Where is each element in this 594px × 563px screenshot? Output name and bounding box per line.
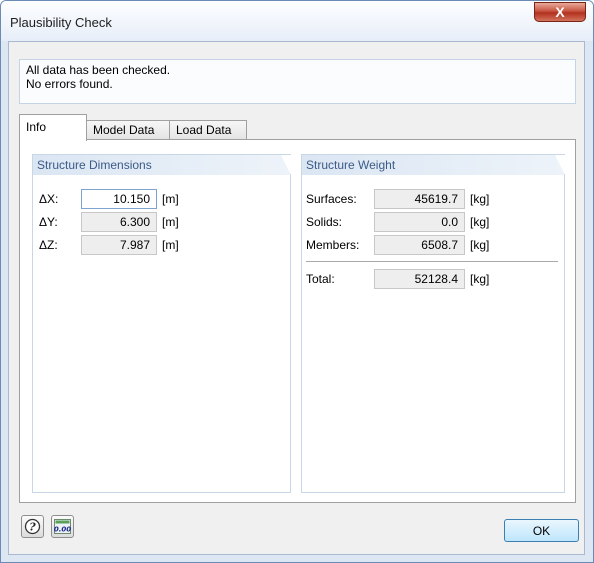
total-unit: [kg]: [470, 272, 490, 286]
total-row: Total: 52128.4 [kg]: [306, 269, 556, 289]
delta-y-unit: [m]: [162, 215, 179, 229]
surfaces-field[interactable]: 45619.7: [374, 189, 465, 209]
ok-button[interactable]: OK: [504, 519, 579, 542]
help-icon: ?: [24, 518, 41, 535]
delta-x-row: ΔX: 10.150 [m]: [39, 189, 279, 209]
result-message-box: All data has been checked. No errors fou…: [19, 59, 576, 104]
solids-label: Solids:: [306, 215, 343, 229]
dialog-body: All data has been checked. No errors fou…: [8, 41, 585, 555]
close-button[interactable]: X: [534, 2, 586, 22]
info-tab-panel: Structure Dimensions ΔX: 10.150 [m] ΔY: …: [19, 139, 576, 503]
close-icon: X: [555, 4, 565, 20]
total-separator: [306, 261, 558, 262]
delta-x-unit: [m]: [162, 192, 179, 206]
delta-y-field[interactable]: 6.300: [81, 212, 157, 232]
title-bar: Plausibility Check X: [1, 1, 593, 41]
delta-x-field[interactable]: 10.150: [81, 189, 157, 209]
structure-dimensions-group: Structure Dimensions ΔX: 10.150 [m] ΔY: …: [32, 154, 291, 493]
delta-z-row: ΔZ: 7.987 [m]: [39, 235, 279, 255]
structure-dimensions-header: Structure Dimensions: [33, 155, 291, 175]
dialog-title: Plausibility Check: [10, 15, 112, 30]
ok-button-label: OK: [532, 523, 551, 538]
members-field[interactable]: 6508.7: [374, 235, 465, 255]
members-row: Members: 6508.7 [kg]: [306, 235, 556, 255]
solids-row: Solids: 0.0 [kg]: [306, 212, 556, 232]
decimal-places-text: 0.00: [54, 526, 71, 534]
tab-model-data-label: Model Data: [93, 123, 155, 137]
delta-y-row: ΔY: 6.300 [m]: [39, 212, 279, 232]
delta-x-label: ΔX:: [39, 192, 59, 206]
total-label: Total:: [306, 272, 335, 286]
plausibility-check-dialog: Plausibility Check X All data has been c…: [0, 0, 594, 563]
tab-load-data-label: Load Data: [176, 123, 232, 137]
solids-field[interactable]: 0.0: [374, 212, 465, 232]
surfaces-unit: [kg]: [470, 192, 490, 206]
tab-load-data[interactable]: Load Data: [169, 120, 247, 140]
svg-text:?: ?: [29, 521, 36, 534]
solids-unit: [kg]: [470, 215, 490, 229]
members-label: Members:: [306, 238, 360, 252]
tab-model-data[interactable]: Model Data: [86, 120, 170, 140]
help-button[interactable]: ?: [21, 515, 44, 538]
delta-z-unit: [m]: [162, 238, 179, 252]
surfaces-row: Surfaces: 45619.7 [kg]: [306, 189, 556, 209]
message-line-2: No errors found.: [26, 77, 113, 91]
structure-weight-header: Structure Weight: [302, 155, 565, 175]
decimal-places-icon: 0.00: [54, 519, 71, 534]
message-line-1: All data has been checked.: [26, 63, 171, 77]
tab-bar: Info Model Data Load Data: [19, 114, 576, 141]
decimal-places-button[interactable]: 0.00: [51, 515, 74, 538]
total-field[interactable]: 52128.4: [374, 269, 465, 289]
delta-z-field[interactable]: 7.987: [81, 235, 157, 255]
tab-info-label: Info: [26, 120, 47, 134]
delta-y-label: ΔY:: [39, 215, 58, 229]
delta-z-label: ΔZ:: [39, 238, 58, 252]
tab-info[interactable]: Info: [19, 114, 87, 141]
surfaces-label: Surfaces:: [306, 192, 357, 206]
members-unit: [kg]: [470, 238, 490, 252]
structure-weight-group: Structure Weight Surfaces: 45619.7 [kg] …: [301, 154, 565, 493]
